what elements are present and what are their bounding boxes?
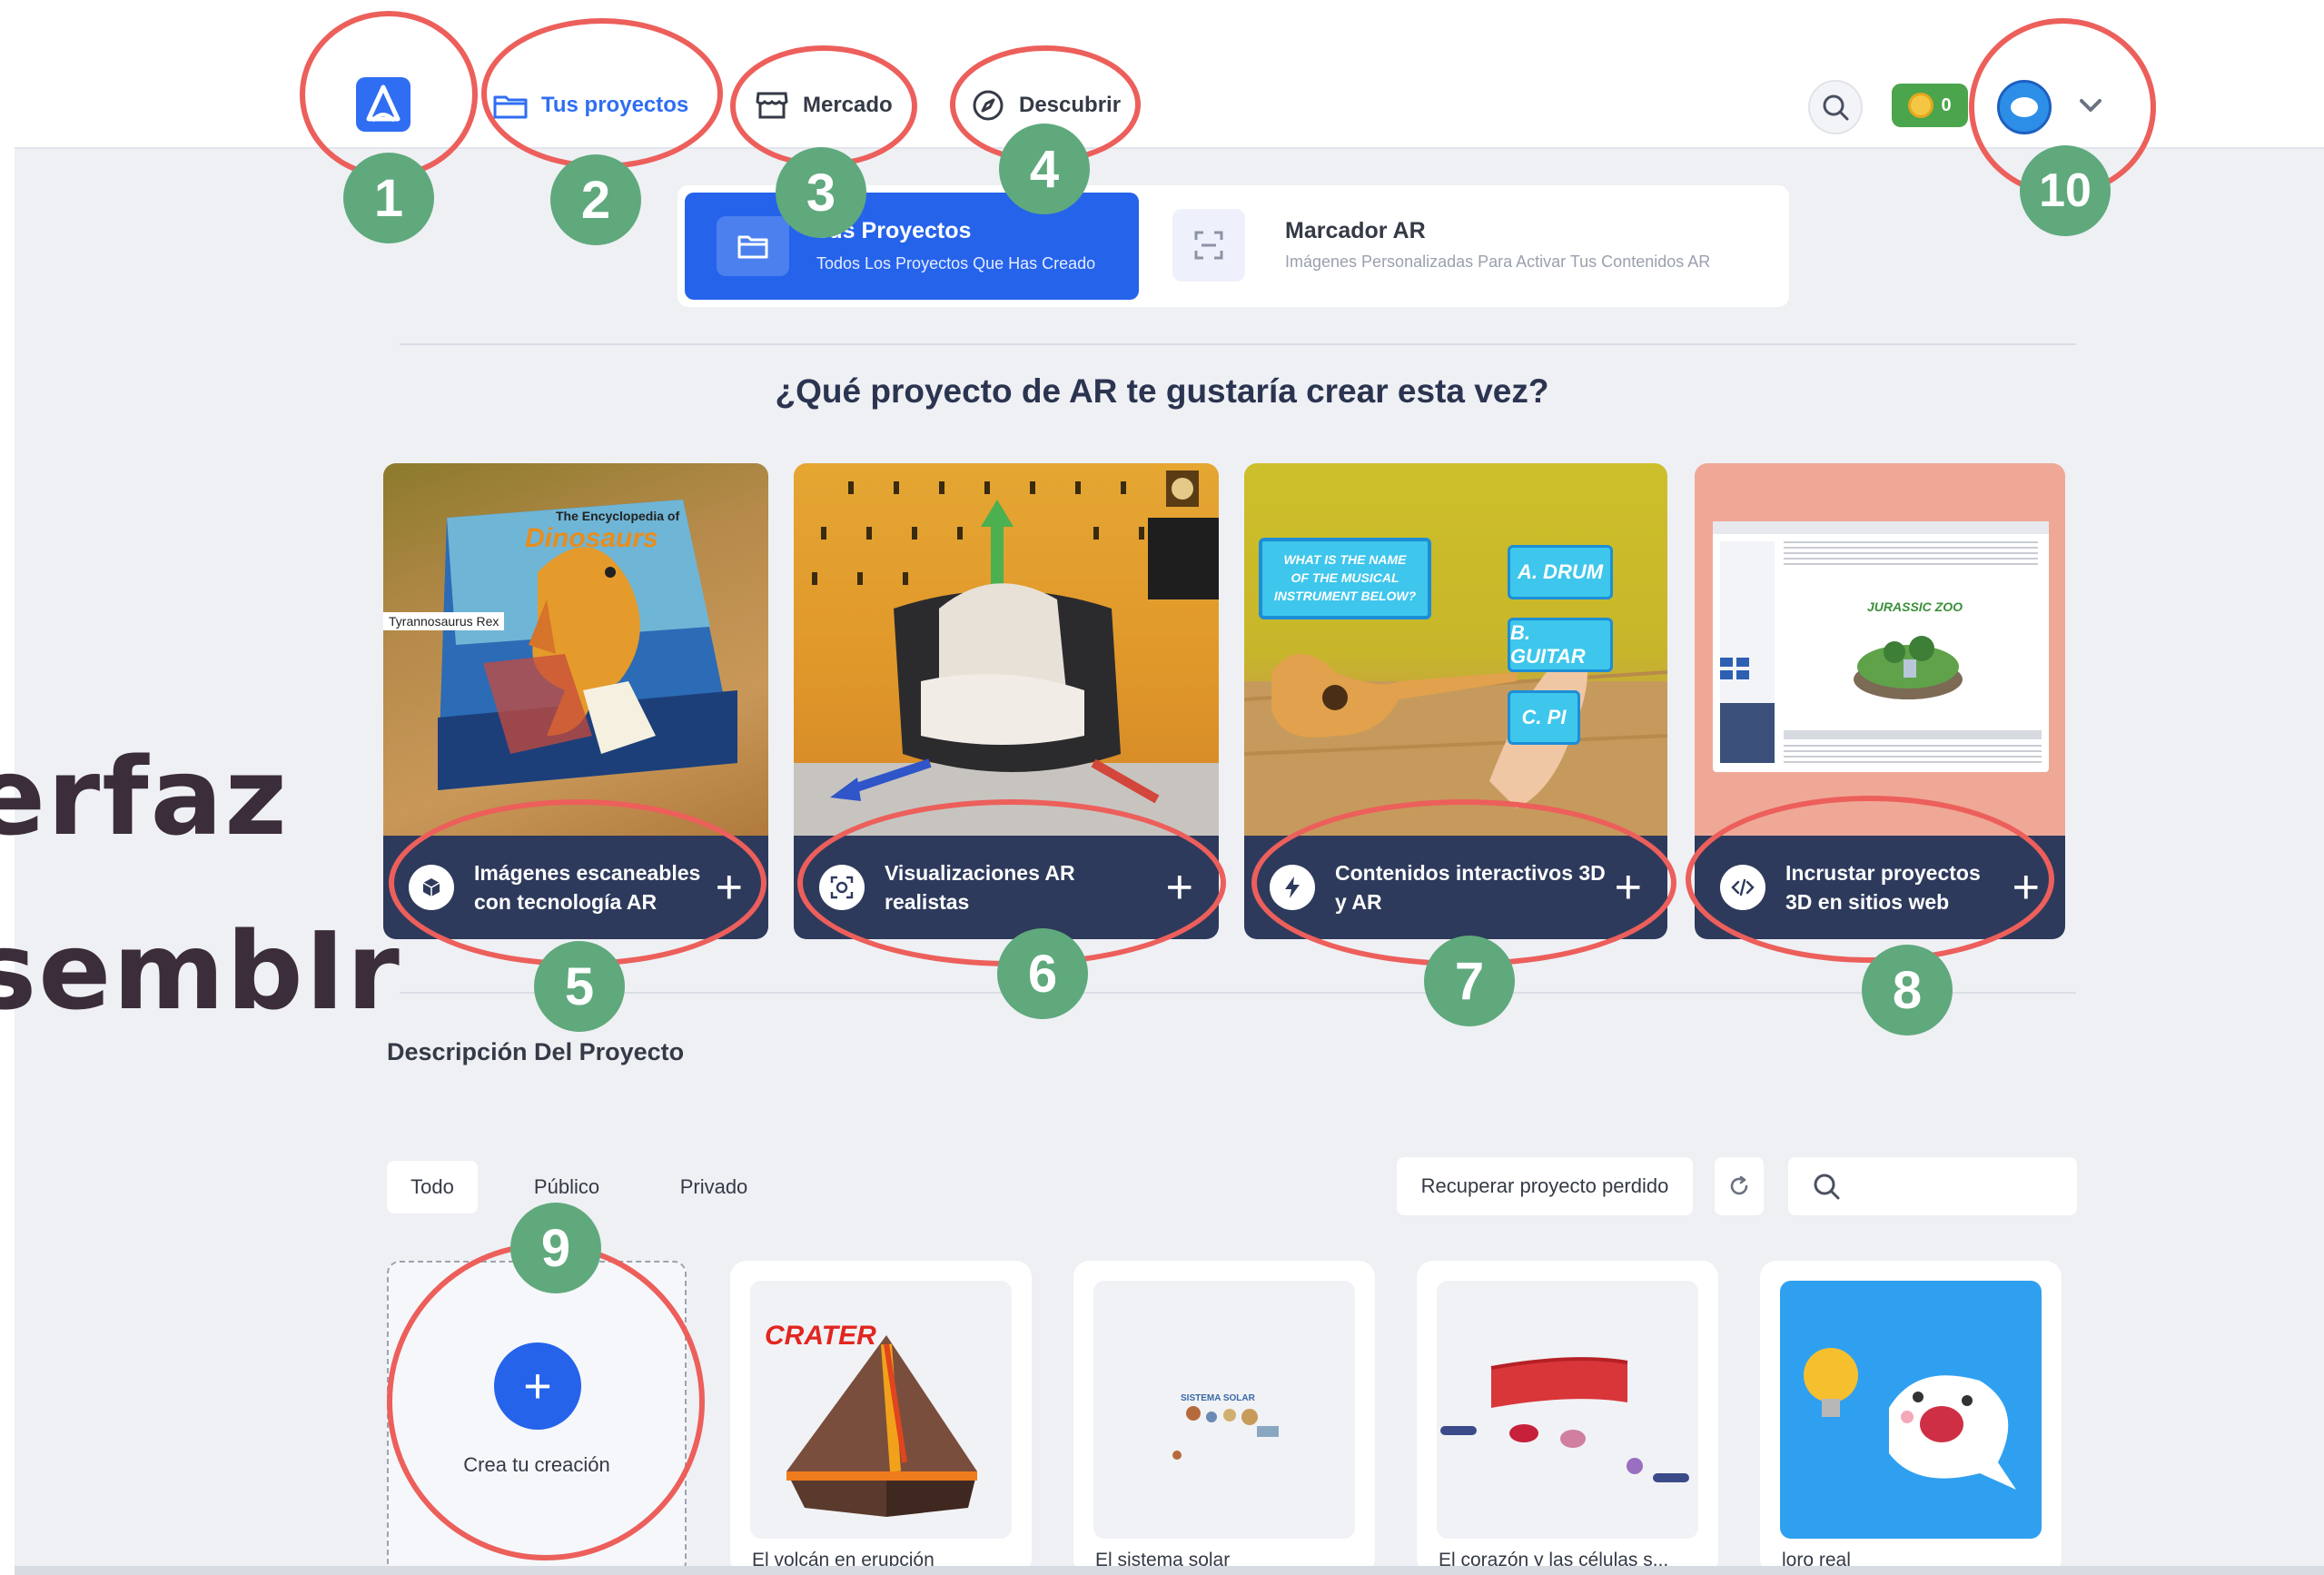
add-icon[interactable]: + [1615, 864, 1642, 911]
project-search[interactable] [1788, 1157, 2077, 1215]
refresh-icon [1730, 1175, 1748, 1195]
folder-icon [717, 216, 789, 276]
divider [400, 992, 2076, 994]
annotation-badge: 1 [343, 153, 434, 243]
art-caption: The Encyclopedia of [556, 509, 680, 523]
add-icon[interactable]: + [2012, 864, 2040, 911]
coin-icon [1908, 93, 1934, 118]
cube-icon [409, 865, 454, 910]
annotation-badge: 9 [510, 1203, 601, 1293]
nav-tus-proyectos[interactable]: Tus proyectos [492, 85, 688, 125]
annotation-badge: 2 [550, 154, 641, 245]
chevron-down-icon[interactable] [2074, 89, 2107, 122]
card-ar-visualizations[interactable]: Visualizaciones AR realistas + [794, 463, 1219, 939]
annotation-badge: 4 [999, 124, 1090, 214]
annotation-badge: 6 [997, 928, 1088, 1019]
project-thumbnail: SISTEMA SOLAR [1093, 1281, 1355, 1539]
store-icon [754, 87, 790, 124]
refresh-button[interactable] [1715, 1157, 1764, 1215]
art-question: WHAT IS THE NAME OF THE MUSICAL INSTRUME… [1259, 538, 1431, 619]
nav-label: Mercado [803, 93, 893, 117]
divider [400, 343, 2076, 345]
nav-descubrir[interactable]: Descubrir [970, 85, 1121, 125]
add-icon[interactable]: + [716, 864, 743, 911]
nav-mercado[interactable]: Mercado [754, 85, 893, 125]
project-thumbnail [1437, 1281, 1698, 1539]
coins-count: 0 [1941, 94, 1952, 115]
project-card[interactable]: El corazón y las células s... [1417, 1261, 1718, 1575]
art-option: C. PI [1508, 690, 1580, 745]
card-label: Incrustar proyectos 3D en sitios web [1785, 861, 1981, 914]
card-label: Visualizaciones AR realistas [885, 861, 1075, 914]
create-plus-button[interactable]: + [494, 1342, 581, 1430]
project-card[interactable]: SISTEMA SOLAR El sistema solar [1073, 1261, 1375, 1575]
project-thumbnail: CRATER [750, 1281, 1012, 1539]
nav-label: Descubrir [1019, 93, 1122, 117]
search-button[interactable] [1808, 80, 1863, 134]
logo-icon[interactable] [356, 77, 410, 132]
art-caption: JURASSIC ZOO [1867, 599, 1963, 614]
card-image: The Encyclopedia of Dinosaurs Tyrannosau… [383, 463, 768, 836]
annotation-badge: 3 [776, 147, 866, 238]
recover-project-button[interactable]: Recuperar proyecto perdido [1397, 1157, 1693, 1215]
art-option: A. DRUM [1508, 545, 1613, 599]
card-scannable-images[interactable]: The Encyclopedia of Dinosaurs Tyrannosau… [383, 463, 768, 939]
overlay-text: erfaz [0, 734, 289, 859]
card-image: JURASSIC ZOO [1695, 463, 2065, 836]
art-word: Dinosaurs [525, 523, 658, 553]
search-input[interactable] [1852, 1174, 2070, 1198]
avatar[interactable] [1997, 80, 2052, 134]
ar-view-icon [819, 865, 865, 910]
art-tag: Tyrannosaurus Rex [383, 612, 505, 630]
card-interactive-content[interactable]: WHAT IS THE NAME OF THE MUSICAL INSTRUME… [1244, 463, 1667, 939]
filter-todo[interactable]: Todo [387, 1161, 478, 1213]
compass-icon [970, 87, 1006, 124]
card-embed-projects[interactable]: JURASSIC ZOO Incrustar proyectos 3D en s… [1695, 463, 2065, 939]
annotation-badge: 5 [534, 941, 625, 1032]
section-title: Descripción Del Proyecto [387, 1038, 685, 1065]
create-label: Crea tu creación [463, 1453, 610, 1476]
card-bar: Incrustar proyectos 3D en sitios web + [1695, 836, 2065, 939]
page-question: ¿Qué proyecto de AR te gustaría crear es… [775, 372, 1549, 410]
annotation-badge: 8 [1862, 945, 1953, 1035]
card-label: Contenidos interactivos 3D y AR [1335, 861, 1606, 914]
app-window: Tus proyectos Mercado Descubrir 0 Tus Pr… [15, 0, 2324, 1575]
create-project-tile[interactable]: + Crea tu creación [387, 1261, 687, 1575]
filter-privado[interactable]: Privado [658, 1161, 770, 1213]
embedded-webpage: JURASSIC ZOO [1713, 521, 2049, 772]
card-bar: Visualizaciones AR realistas + [794, 836, 1219, 939]
project-card[interactable]: CRATER El volcán en erupción [730, 1261, 1032, 1575]
card-bar: Imágenes escaneables con tecnología AR + [383, 836, 768, 939]
add-icon[interactable]: + [1166, 864, 1193, 911]
tab-title: Marcador AR [1285, 218, 1426, 243]
thumbnail-text: CRATER [765, 1321, 876, 1351]
code-icon [1720, 865, 1765, 910]
tab-tus-proyectos[interactable]: Tus Proyectos Todos Los Proyectos Que Ha… [685, 193, 1139, 300]
annotation-badge: 10 [2020, 145, 2111, 236]
card-label: Imágenes escaneables con tecnología AR [474, 861, 701, 914]
thumbnail-text: SISTEMA SOLAR [1181, 1393, 1255, 1403]
search-icon [1823, 94, 1849, 121]
search-icon [1814, 1174, 1840, 1200]
scroll-edge [15, 1566, 2324, 1575]
lightning-icon [1270, 865, 1315, 910]
card-bar: Contenidos interactivos 3D y AR + [1244, 836, 1667, 939]
card-image: WHAT IS THE NAME OF THE MUSICAL INSTRUME… [1244, 463, 1667, 836]
project-card[interactable]: loro real [1760, 1261, 2062, 1575]
tab-subtitle: Imágenes Personalizadas Para Activar Tus… [1285, 253, 1711, 271]
art-option: B. GUITAR [1508, 618, 1613, 672]
overlay-text: sembIr [0, 908, 401, 1034]
folder-icon [492, 87, 529, 124]
project-thumbnail [1780, 1281, 2042, 1539]
scan-icon [1172, 209, 1245, 282]
card-image [794, 463, 1219, 836]
coins-balance[interactable]: 0 [1892, 84, 1968, 127]
annotation-badge: 7 [1424, 936, 1515, 1026]
top-navigation-bar: Tus proyectos Mercado Descubrir 0 [15, 0, 2324, 149]
tab-subtitle: Todos Los Proyectos Que Has Creado [816, 254, 1096, 272]
nav-label: Tus proyectos [541, 93, 689, 117]
